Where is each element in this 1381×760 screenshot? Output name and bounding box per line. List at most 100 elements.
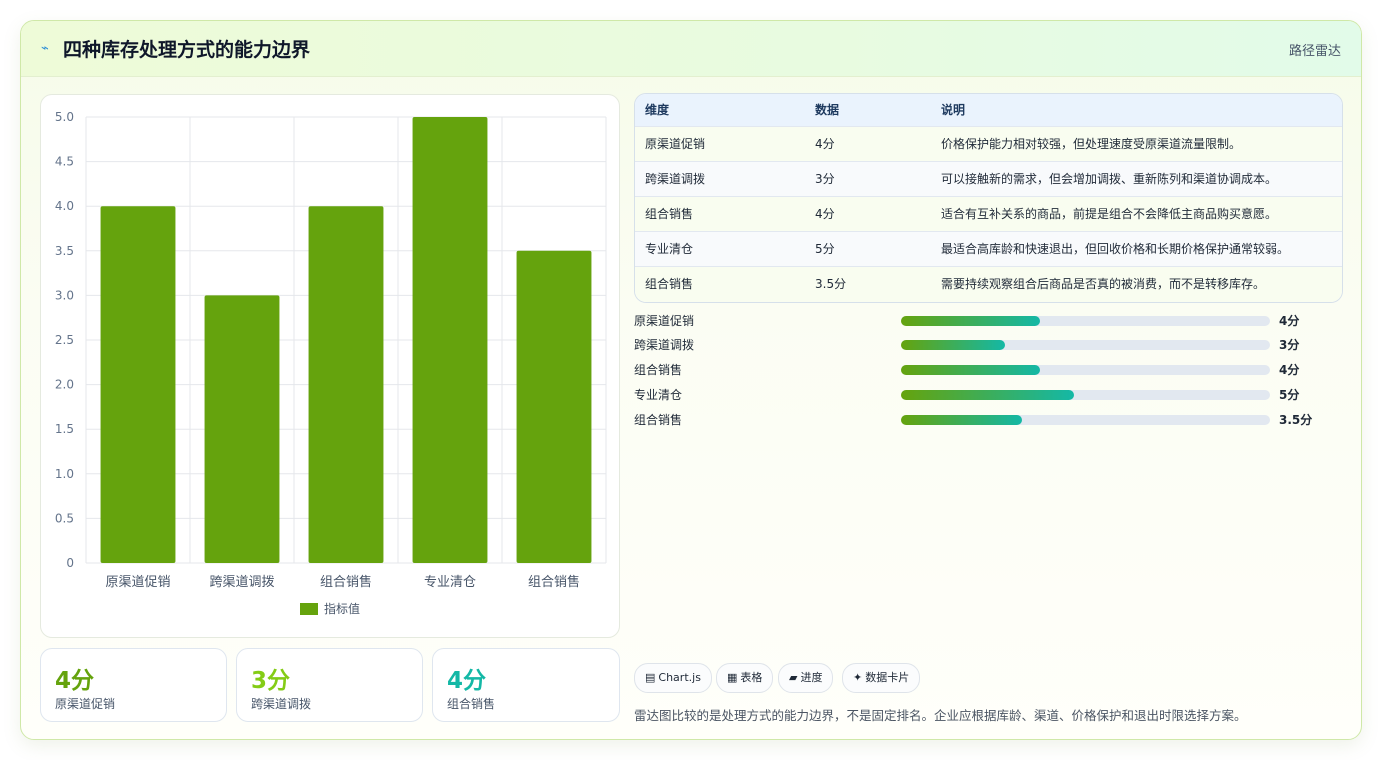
- progress-value: 3分: [1279, 338, 1300, 352]
- progress-label: 专业清仓: [634, 388, 683, 402]
- table-cell-dim: 原渠道促销: [645, 137, 706, 151]
- progress-fill: [901, 390, 1075, 400]
- chart-icon: ▤: [645, 671, 656, 684]
- progress-row: 专业清仓 5分: [634, 386, 1334, 404]
- stat-label: 跨渠道调拨: [251, 697, 312, 711]
- table-header-cell: 数据: [815, 103, 840, 117]
- footnote: 雷达图比较的是处理方式的能力边界，不是固定排名。企业应根据库龄、渠道、价格保护和…: [634, 708, 1247, 723]
- progress-row: 原渠道促销 4分: [634, 312, 1334, 330]
- bar-chart: 0 0.5 1.0 1.5 2.0 2.5 3.0 3.5 4.0 4.5 5.0 原渠道促销 跨渠道调…: [40, 94, 620, 638]
- bar: [100, 206, 176, 563]
- tag-label: 表格: [740, 671, 763, 684]
- table-row: 原渠道促销 4分 价格保护能力相对较强，但处理速度受原渠道流量限制。: [635, 126, 1342, 162]
- table-cell-dim: 组合销售: [645, 207, 694, 221]
- tag-label: Chart.js: [658, 671, 701, 684]
- progress-track: [901, 415, 1270, 425]
- table-cell-dim: 专业清仓: [645, 242, 694, 256]
- y-tick-label: 0: [66, 556, 74, 570]
- progress-fill: [901, 316, 1040, 326]
- header: ⌁ 四种库存处理方式的能力边界 路径雷达: [21, 21, 1361, 77]
- table-cell-data: 5分: [815, 242, 835, 256]
- progress-value: 4分: [1279, 314, 1300, 328]
- progress-row: 组合销售 3.5分: [634, 411, 1334, 429]
- table-header-cell: 说明: [941, 103, 966, 117]
- progress-track: [901, 365, 1270, 375]
- table-cell-dim: 组合销售: [645, 277, 694, 291]
- table-icon: ▦: [727, 671, 738, 684]
- main-card: ⌁ 四种库存处理方式的能力边界 路径雷达 0 0.5 1.0 1.5 2.0 2.5 3.0…: [20, 20, 1362, 740]
- x-tick-label: 组合销售: [528, 574, 580, 590]
- table-row: 专业清仓 5分 最适合高库龄和快速退出，但回收价格和长期价格保护通常较弱。: [635, 231, 1342, 267]
- table-cell-data: 4分: [815, 137, 835, 151]
- lightning-icon: ⌁: [41, 41, 49, 56]
- y-tick-label: 1.5: [55, 422, 74, 436]
- x-tick-label: 专业清仓: [424, 575, 476, 590]
- stat-value: 4分: [447, 668, 487, 694]
- progress-track: [901, 316, 1270, 326]
- stat-value: 4分: [55, 668, 95, 694]
- y-tick-label: 2.5: [55, 333, 74, 347]
- table-header-cell: 维度: [645, 103, 670, 117]
- progress-row: 跨渠道调拨 3分: [634, 336, 1334, 354]
- progress-label: 组合销售: [634, 363, 683, 377]
- table-cell-data: 3分: [815, 172, 835, 186]
- progress-value: 4分: [1279, 363, 1300, 377]
- sparkle-icon: ✦: [853, 671, 863, 684]
- progress-row: 组合销售 4分: [634, 361, 1334, 379]
- progress-value: 5分: [1279, 388, 1300, 402]
- legend-swatch: [300, 603, 318, 615]
- path-radar-link[interactable]: 路径雷达: [1289, 40, 1341, 59]
- table-row: 组合销售 3.5分 需要持续观察组合后商品是否真的被消费，而不是转移库存。: [635, 266, 1342, 302]
- progress-label: 组合销售: [634, 413, 683, 427]
- bar: [516, 250, 592, 564]
- stat-label: 组合销售: [447, 697, 496, 711]
- stat-card-3: 4分 组合销售: [432, 648, 620, 722]
- table-cell-dim: 跨渠道调拨: [645, 172, 706, 186]
- page-title: 四种库存处理方式的能力边界: [63, 39, 311, 61]
- x-tick-label: 原渠道促销: [105, 575, 170, 590]
- y-tick-label: 0.5: [55, 511, 74, 525]
- progress-label: 原渠道促销: [634, 314, 695, 328]
- stat-card-1: 4分 原渠道促销: [40, 648, 227, 722]
- bar: [308, 206, 384, 563]
- table-cell-desc: 适合有互补关系的商品，前提是组合不会降低主商品购买意愿。: [941, 207, 1278, 221]
- table-row: 跨渠道调拨 3分 可以接触新的需求，但会增加调拨、重新陈列和渠道协调成本。: [635, 161, 1342, 197]
- progress-fill: [901, 365, 1040, 375]
- y-tick-label: 5.0: [55, 110, 74, 124]
- bar-chart-svg: 0 0.5 1.0 1.5 2.0 2.5 3.0 3.5 4.0 4.5 5.0 原渠道促销 跨渠道调…: [55, 110, 607, 616]
- data-table: 维度 数据 说明 原渠道促销 4分 价格保护能力相对较强，但处理速度受原渠道流量…: [634, 93, 1343, 303]
- y-tick-label: 4.5: [55, 155, 74, 169]
- bar: [412, 117, 488, 563]
- stat-label: 原渠道促销: [55, 697, 116, 711]
- tag-table[interactable]: ▦ 表格: [716, 663, 774, 693]
- tag-data-card[interactable]: ✦ 数据卡片: [842, 663, 921, 693]
- y-tick-label: 3.0: [55, 288, 74, 302]
- y-tick-label: 1.0: [55, 467, 74, 481]
- progress-value: 3.5分: [1279, 413, 1313, 427]
- tag-label: 数据卡片: [865, 671, 910, 684]
- progress-track: [901, 390, 1270, 400]
- y-tick-label: 3.5: [55, 244, 74, 258]
- table-cell-desc: 最适合高库龄和快速退出，但回收价格和长期价格保护通常较弱。: [941, 242, 1290, 256]
- x-tick-label: 跨渠道调拨: [209, 575, 274, 590]
- table-row: 组合销售 4分 适合有互补关系的商品，前提是组合不会降低主商品购买意愿。: [635, 196, 1342, 232]
- progress-track: [901, 340, 1270, 350]
- tag-progress[interactable]: ▰ 进度: [778, 663, 834, 693]
- table-cell-data: 3.5分: [815, 277, 847, 291]
- y-tick-label: 2.0: [55, 378, 74, 392]
- tag-label: 进度: [800, 671, 823, 684]
- x-tick-label: 组合销售: [320, 574, 372, 590]
- progress-fill: [901, 340, 1006, 350]
- table-header-row: 维度 数据 说明: [635, 94, 1342, 126]
- tag-chartjs[interactable]: ▤ Chart.js: [634, 663, 712, 693]
- stat-card-2: 3分 跨渠道调拨: [236, 648, 423, 722]
- table-cell-desc: 可以接触新的需求，但会增加调拨、重新陈列和渠道协调成本。: [941, 172, 1278, 186]
- legend-label: 指标值: [324, 601, 360, 616]
- stat-value: 3分: [251, 668, 291, 694]
- bar: [204, 295, 280, 563]
- progress-fill: [901, 415, 1023, 425]
- table-cell-data: 4分: [815, 207, 835, 221]
- progress-label: 跨渠道调拨: [634, 338, 695, 352]
- table-cell-desc: 需要持续观察组合后商品是否真的被消费，而不是转移库存。: [941, 277, 1266, 291]
- table-cell-desc: 价格保护能力相对较强，但处理速度受原渠道流量限制。: [941, 137, 1242, 151]
